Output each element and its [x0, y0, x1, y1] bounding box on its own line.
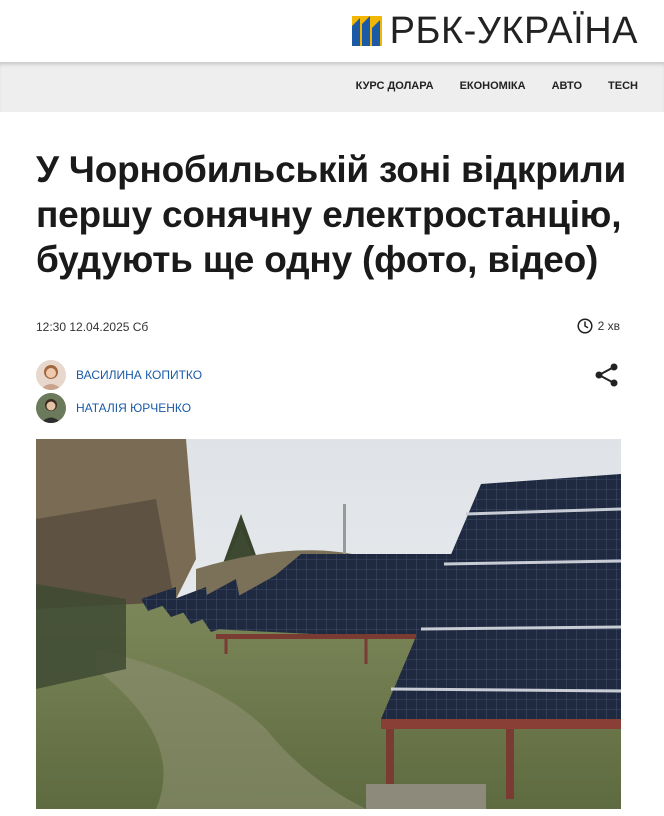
nav-item-economy[interactable]: ЕКОНОМІКА: [460, 80, 526, 92]
logo-text: РБК-УКРАЇНА: [389, 10, 638, 52]
avatar: [36, 393, 66, 423]
nav-item-tech[interactable]: TECH: [608, 80, 638, 92]
nav-item-auto[interactable]: АВТО: [552, 80, 582, 92]
avatar: [36, 360, 66, 390]
article-title: У Чорнобильській зоні відкрили першу сон…: [36, 148, 627, 280]
logo-mark-icon: [351, 16, 382, 46]
read-time: 2 хв: [577, 318, 620, 334]
site-logo[interactable]: РБК-УКРАЇНА: [351, 10, 638, 52]
article-photo: [36, 439, 621, 809]
author-2[interactable]: НАТАЛІЯ ЮРЧЕНКО: [36, 393, 191, 423]
author-name[interactable]: НАТАЛІЯ ЮРЧЕНКО: [76, 401, 191, 415]
share-button[interactable]: [594, 362, 620, 393]
clock-icon: [577, 318, 593, 334]
author-name[interactable]: ВАСИЛИНА КОПИТКО: [76, 368, 202, 382]
author-1[interactable]: ВАСИЛИНА КОПИТКО: [36, 360, 202, 390]
site-header: РБК-УКРАЇНА: [0, 0, 664, 62]
read-time-label: 2 хв: [597, 319, 620, 333]
share-icon: [595, 363, 618, 387]
top-nav: КУРС ДОЛАРА ЕКОНОМІКА АВТО TECH: [0, 62, 664, 112]
solar-panels-image: [36, 439, 621, 809]
nav-item-usd-rate[interactable]: КУРС ДОЛАРА: [356, 80, 434, 92]
article-datetime: 12:30 12.04.2025 Сб: [36, 320, 149, 334]
